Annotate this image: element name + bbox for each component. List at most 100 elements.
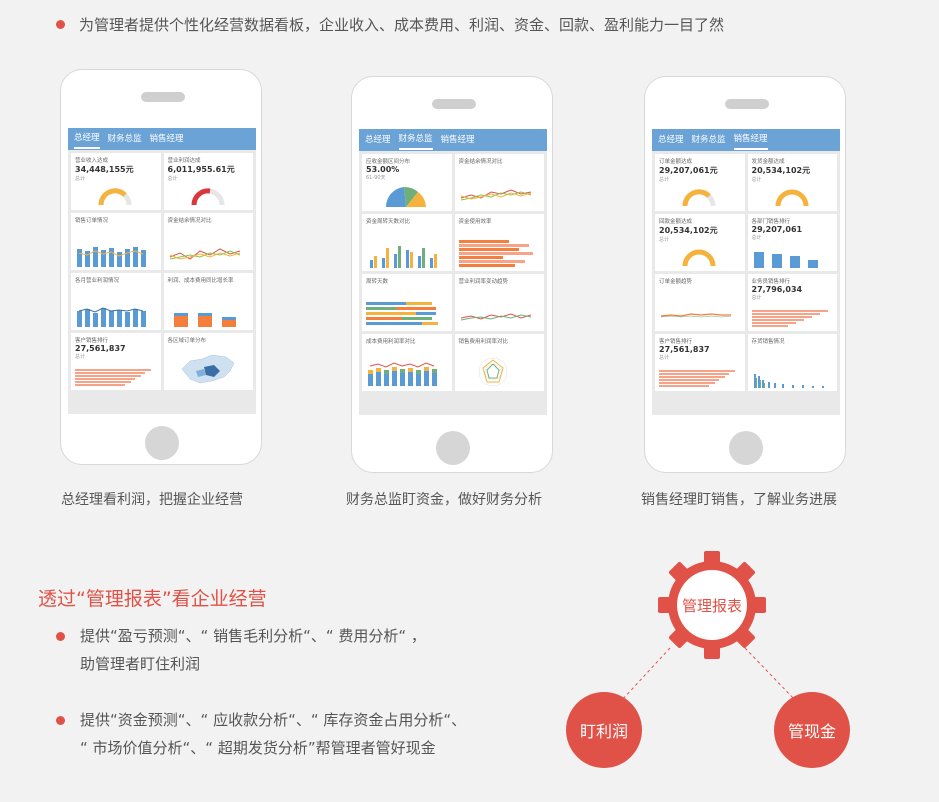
card-customer-ranking[interactable]: 客户销售排行 27,561,837 总计	[655, 334, 745, 391]
card-growth-rate[interactable]: 利润、成本费用同比增长率	[163, 273, 253, 330]
bar-chart	[753, 252, 818, 268]
phone-screen: 总经理 财务总监 销售经理 订单金额达成 29,207,061元 总计 发货金额…	[652, 129, 840, 415]
tab-general-manager[interactable]: 总经理	[365, 129, 391, 151]
intro-text: 为管理者提供个性化经营数据看板，企业收入、成本费用、利润、资金、回款、盈利能力一…	[79, 16, 725, 34]
tab-finance-director[interactable]: 财务总监	[398, 130, 433, 150]
card-title: 应收金额区间分布	[366, 159, 411, 165]
card-fund-efficiency[interactable]: 资金使用效率	[454, 214, 544, 271]
bullet-text: “ 市场价值分析“、“ 超期发货分析”帮管理者管好现金	[80, 739, 436, 757]
card-sub: 总计	[751, 177, 762, 183]
card-sub: 总计	[751, 235, 762, 241]
card-title: 客户销售排行	[659, 339, 693, 345]
card-title: 营业利润率变动趋势	[458, 279, 509, 285]
phone-speaker	[141, 92, 185, 102]
card-title: 周转天数	[366, 279, 389, 285]
card-title: 各区域订单分布	[167, 338, 207, 344]
radar-chart	[478, 357, 507, 387]
tab-sales-manager[interactable]: 销售经理	[150, 128, 184, 150]
card-sub: 总计	[75, 354, 86, 360]
card-fund-balance[interactable]: 资金结余情况对比	[454, 154, 544, 211]
card-title: 订单金额趋势	[659, 279, 693, 285]
bullet-dot	[56, 716, 65, 725]
card-title: 销售费用利润率对比	[458, 339, 509, 345]
stacked-bar-chart	[173, 313, 236, 327]
card-region-orders[interactable]: 各区域订单分布	[163, 333, 253, 390]
card-title: 资金周转天数对比	[366, 219, 411, 225]
phone-screen: 总经理 财务总监 销售经理 营业收入达成 34,448,155元 总计 营业利润…	[68, 128, 256, 414]
half-pie-chart	[385, 186, 426, 207]
card-value: 20,534,102元	[751, 166, 811, 175]
card-title: 资金结余情况对比	[458, 159, 503, 165]
tab-general-manager[interactable]: 总经理	[74, 129, 100, 149]
card-delivery-amount[interactable]: 发货金额达成 20,534,102元 总计	[747, 154, 837, 211]
caption-general-manager: 总经理看利润，把握企业经营	[61, 492, 243, 508]
tab-finance-director[interactable]: 财务总监	[108, 128, 142, 150]
card-salesperson-ranking[interactable]: 业务员销售排行 27,796,034 总计	[747, 274, 837, 331]
card-sales-orders[interactable]: 销售订单情况	[71, 213, 161, 270]
home-button[interactable]	[729, 431, 763, 465]
bar-chart	[753, 374, 824, 388]
home-button[interactable]	[145, 426, 179, 460]
card-title: 存货销售情况	[751, 339, 785, 345]
card-profit[interactable]: 营业利润达成 6,011,955.61元 总计	[163, 153, 253, 210]
horizontal-bar-chart	[659, 370, 735, 387]
card-title: 销售订单情况	[75, 218, 109, 224]
card-profit-trend[interactable]: 营业利润率变动趋势	[454, 274, 544, 331]
card-turnover[interactable]: 周转天数	[362, 274, 452, 331]
gear-label: 管理报表	[681, 596, 742, 615]
phone-speaker	[725, 99, 769, 109]
phone-general-manager: 总经理 财务总监 销售经理 营业收入达成 34,448,155元 总计 营业利润…	[60, 69, 262, 465]
bullet-text: 提供“盈亏预测“、“ 销售毛利分析“、“ 费用分析“ ，	[80, 627, 426, 645]
card-cost-profit-rate[interactable]: 成本费用利润率对比	[362, 334, 452, 391]
card-sub: 总计	[167, 176, 178, 182]
gauge-chart	[98, 188, 132, 206]
line-chart	[460, 313, 531, 321]
caption-sales-manager: 销售经理盯销售，了解业务进展	[641, 492, 837, 508]
card-turnover-days[interactable]: 资金周转天数对比	[362, 214, 452, 271]
card-fund-balance[interactable]: 资金结余情况对比	[163, 213, 253, 270]
dashboard-tabbar: 总经理 财务总监 销售经理	[652, 129, 840, 151]
gauge-chart	[775, 189, 808, 207]
caption-finance-director: 财务总监盯资金，做好财务分析	[346, 492, 542, 508]
bullet-dot	[56, 632, 65, 641]
card-customer-ranking[interactable]: 客户销售排行 27,561,837 总计	[71, 333, 161, 390]
card-inventory-sales[interactable]: 存货销售情况	[747, 334, 837, 391]
home-button[interactable]	[436, 431, 470, 465]
tab-finance-director[interactable]: 财务总监	[692, 129, 726, 151]
tab-sales-manager[interactable]: 销售经理	[733, 130, 768, 150]
card-value: 27,561,837	[75, 344, 126, 353]
card-title: 回款金额达成	[659, 219, 693, 225]
gauge-chart	[682, 249, 716, 267]
card-monthly-profit[interactable]: 各月营业利润情况	[71, 273, 161, 330]
card-title: 客户销售排行	[75, 338, 109, 344]
bullet-dot	[56, 20, 65, 29]
bullet-text: 助管理者盯住利润	[80, 655, 201, 673]
tab-sales-manager[interactable]: 销售经理	[441, 129, 475, 151]
horizontal-bar-chart	[75, 369, 151, 386]
card-title: 订单金额达成	[659, 159, 693, 165]
card-order-trend[interactable]: 订单金额趋势	[655, 274, 745, 331]
card-sub: 总计	[659, 355, 670, 361]
card-revenue[interactable]: 营业收入达成 34,448,155元 总计	[71, 153, 161, 210]
dashboard-tabbar: 总经理 财务总监 销售经理	[359, 129, 547, 151]
card-collection-amount[interactable]: 回款金额达成 20,534,102元 总计	[655, 214, 745, 271]
phone-sales-manager: 总经理 财务总监 销售经理 订单金额达成 29,207,061元 总计 发货金额…	[644, 76, 846, 473]
phone-finance-director: 总经理 财务总监 销售经理 应收金额区间分布 53.00% 61-90天 资金结…	[351, 76, 553, 473]
card-value: 27,561,837	[659, 345, 710, 354]
bar-line-chart	[77, 247, 146, 267]
card-title: 成本费用利润率对比	[366, 339, 416, 345]
card-receivable-distribution[interactable]: 应收金额区间分布 53.00% 61-90天	[362, 154, 452, 211]
card-order-amount[interactable]: 订单金额达成 29,207,061元 总计	[655, 154, 745, 211]
card-value: 34,448,155元	[75, 165, 134, 174]
grouped-bar-chart	[370, 246, 437, 268]
tab-general-manager[interactable]: 总经理	[658, 129, 684, 151]
card-value: 27,796,034	[751, 285, 803, 294]
card-sales-expense-rate[interactable]: 销售费用利润率对比	[454, 334, 544, 391]
horizontal-bar-chart	[458, 240, 533, 267]
card-value: 29,207,061	[751, 225, 803, 234]
card-value: 29,207,061元	[659, 166, 718, 175]
card-department-ranking[interactable]: 各部门销售排行 29,207,061 总计	[747, 214, 837, 271]
card-title: 资金结余情况对比	[167, 218, 212, 224]
card-title: 发货金额达成	[751, 159, 785, 165]
card-value: 53.00%	[366, 165, 400, 174]
